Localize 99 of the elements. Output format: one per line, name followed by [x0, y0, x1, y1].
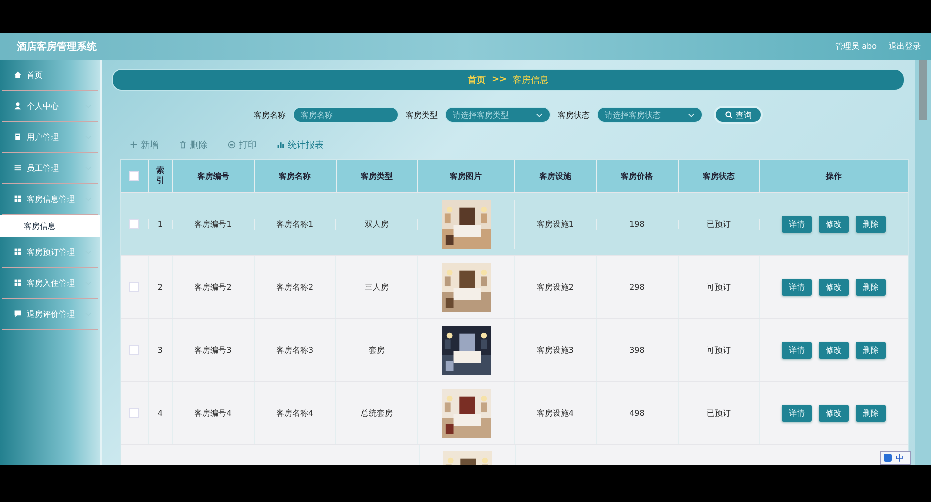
toolbar-button[interactable]: 新增	[130, 138, 159, 152]
column-header: 客房状态	[678, 160, 760, 192]
table-cell: 客房名称3	[254, 319, 336, 381]
table-cell: 298	[596, 256, 679, 318]
checkbox[interactable]	[129, 171, 140, 181]
table-cell: 可预订	[678, 319, 760, 381]
table-cell: 客房编号4	[172, 382, 255, 444]
sidebar-item[interactable]: 退房评价管理	[2, 299, 98, 330]
sidebar-item[interactable]: 个人中心	[2, 91, 98, 122]
column-header: 客房设施	[515, 160, 597, 192]
table-cell: 客房设施3	[515, 319, 597, 381]
chevron-icon	[688, 112, 695, 118]
checkbox[interactable]	[129, 345, 140, 355]
action-button[interactable]: 删除	[856, 342, 886, 358]
table-cell: 三人房	[336, 256, 418, 318]
plus-icon	[130, 141, 138, 149]
table-cell: 客房名称4	[254, 382, 336, 444]
table-cell: 客房设施4	[515, 382, 597, 444]
table-cell: 2	[148, 256, 173, 318]
action-button[interactable]: 详情	[782, 342, 812, 358]
table-cell: 总统套房	[336, 382, 418, 444]
search-field[interactable]: 客房名称	[293, 107, 399, 123]
table-row[interactable]: 2 客房编号2 客房名称2 三人房 客房设施2 298 可预订 详情 修改 删除	[121, 256, 908, 319]
chevron-icon	[536, 112, 543, 118]
column-header: 操作	[824, 170, 844, 182]
sidebar-item[interactable]: 客房入住管理	[2, 268, 98, 299]
action-button[interactable]: 删除	[856, 216, 886, 232]
bar-chart-icon	[277, 141, 285, 149]
action-button[interactable]: 详情	[782, 278, 812, 296]
checkbox[interactable]	[129, 408, 140, 418]
action-button[interactable]: 详情	[782, 404, 812, 422]
field-label: 客房类型	[406, 110, 438, 120]
sidebar-subitem[interactable]: 客房信息	[0, 215, 100, 237]
grid-icon	[14, 248, 22, 256]
table-cell: 客房设施2	[515, 256, 597, 318]
table-cell: 398	[596, 319, 679, 381]
column-header: 客房类型	[336, 160, 418, 192]
search-icon	[725, 111, 733, 119]
action-button[interactable]: 修改	[819, 278, 850, 296]
checkbox[interactable]	[129, 219, 140, 229]
dropdown[interactable]: 请选择客房类型	[445, 107, 551, 123]
column-header: 客房价格	[596, 160, 679, 192]
home-icon	[14, 71, 22, 79]
action-button[interactable]: 修改	[819, 342, 850, 358]
column-header: 客房编号	[172, 160, 255, 192]
breadcrumb-current: 客房信息	[513, 74, 550, 86]
table-cell: 已预订	[678, 218, 760, 230]
breadcrumb-separator: >>	[492, 75, 508, 85]
grid-icon	[14, 195, 22, 203]
table-cell: 双人房	[336, 218, 418, 230]
person-icon	[14, 102, 22, 110]
action-button[interactable]: 删除	[856, 278, 886, 296]
table-cell: 客房设施1	[515, 218, 597, 230]
table-row[interactable]: 3 客房编号3 客房名称3 套房 客房设施3 398 可预订 详情 修改 删除	[121, 319, 908, 382]
column-header: 客房图片	[418, 160, 516, 192]
list-icon	[14, 164, 22, 172]
document-icon	[14, 133, 22, 141]
grid-icon	[14, 279, 22, 287]
table-cell: 1	[148, 220, 173, 228]
checkbox[interactable]	[129, 282, 140, 292]
sidebar-item[interactable]: 员工管理	[2, 153, 98, 184]
table-cell: 客房编号1	[172, 218, 255, 230]
table-cell: 可预订	[678, 256, 760, 318]
comment-icon	[14, 310, 22, 318]
scrollbar[interactable]	[915, 60, 931, 465]
sidebar-item[interactable]: 客房预订管理	[2, 237, 98, 268]
table-cell: 客房编号3	[172, 319, 255, 381]
table-cell: 3	[148, 319, 173, 381]
action-button[interactable]: 修改	[819, 404, 850, 422]
sidebar-item[interactable]: 用户管理	[2, 122, 98, 153]
user-label: 管理员 abo	[836, 41, 877, 52]
toolbar-button[interactable]: 打印	[228, 138, 257, 152]
sidebar-item[interactable]: 首页	[2, 60, 98, 91]
table-cell: 套房	[336, 319, 418, 381]
toolbar-button[interactable]: 删除	[179, 138, 208, 152]
ime-logo-icon	[884, 454, 892, 462]
table-cell: 198	[596, 220, 679, 228]
search-button[interactable]: 查询	[714, 106, 763, 124]
table-row[interactable]: 1 客房编号1 客房名称1 双人房 客房设施1 198 已预订 详情 修改 删除	[121, 193, 908, 256]
ime-mode[interactable]: 中	[896, 452, 904, 464]
column-header: 客房名称	[254, 160, 336, 192]
dropdown[interactable]: 请选择客房状态	[597, 107, 703, 123]
breadcrumb-link[interactable]: 首页	[468, 74, 486, 86]
field-label: 客房状态	[558, 110, 590, 120]
app-title: 酒店客房管理系统	[17, 40, 97, 54]
table-cell: 4	[148, 382, 173, 444]
toolbar-button[interactable]: 统计报表	[277, 138, 324, 152]
table-cell: 客房名称2	[254, 256, 336, 318]
action-button[interactable]: 详情	[782, 216, 812, 232]
action-button[interactable]: 修改	[819, 216, 850, 232]
table-cell: 客房名称1	[254, 218, 336, 230]
logout-link[interactable]: 退出登录	[889, 41, 921, 52]
table-cell: 498	[596, 382, 679, 444]
field-label: 客房名称	[254, 110, 286, 120]
table-cell: 已预订	[678, 382, 760, 444]
action-button[interactable]: 删除	[856, 404, 886, 422]
trash-icon	[179, 141, 187, 149]
table-cell: 客房编号2	[172, 256, 255, 318]
column-header: 索引	[148, 160, 173, 192]
